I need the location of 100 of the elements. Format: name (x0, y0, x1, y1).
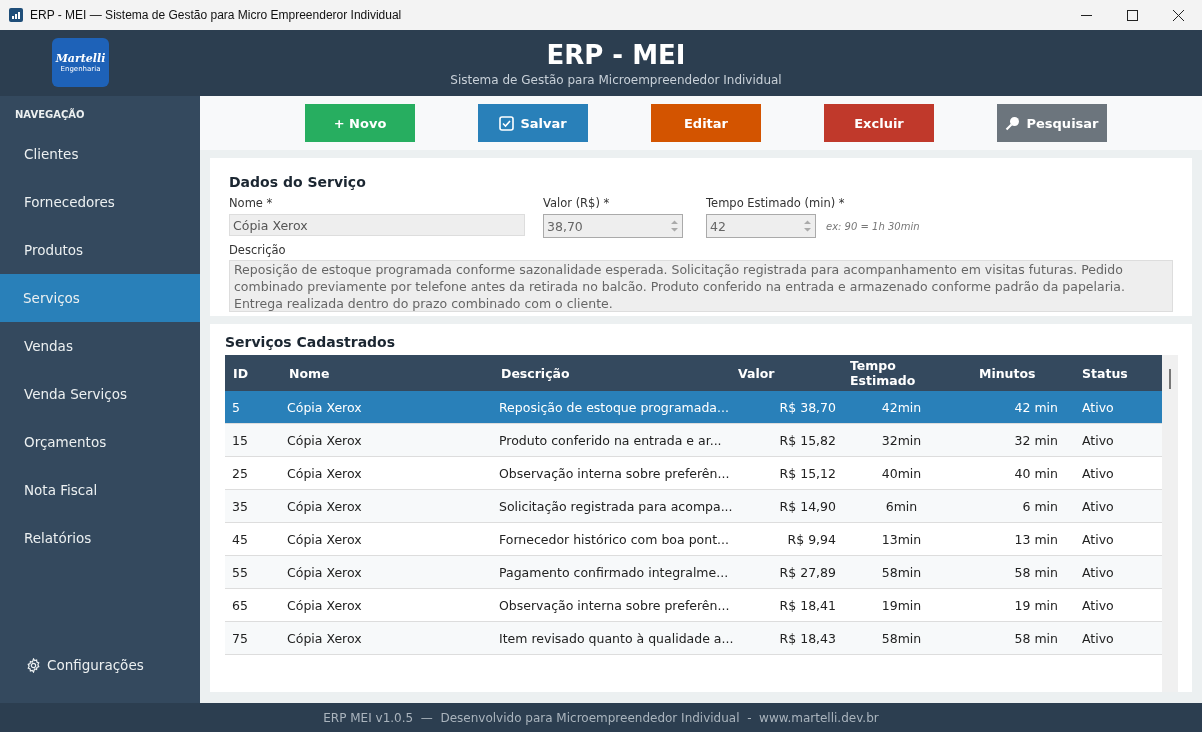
section-title: Dados do Serviço (229, 174, 367, 190)
name-field[interactable]: Cópia Xerox (229, 214, 525, 236)
table-cell-text: Pagamento confirmado integralme... (498, 564, 730, 580)
table-cell-text: 42 min (1013, 399, 1059, 415)
table-cell-text: 75 (231, 630, 249, 646)
table-cell-text: Cópia Xerox (286, 399, 363, 415)
table-cell-text: 45 (231, 531, 249, 547)
table-cell-text: Cópia Xerox (286, 630, 363, 646)
window-title: ERP - MEI — Sistema de Gestão para Micro Empreenderor Individual (30, 8, 403, 22)
column-header[interactable]: Nome (281, 365, 493, 381)
table-cell-text: 42min (880, 399, 923, 415)
column-header[interactable]: Descrição (493, 365, 734, 381)
table-cell-text: 35 (231, 498, 249, 514)
table-cell-text: Ativo (1081, 465, 1115, 481)
time-field[interactable]: 42 (706, 214, 816, 238)
column-header[interactable]: ID (225, 365, 281, 381)
table-cell-text: 6 min (1021, 498, 1059, 514)
table-cell-text: 19 min (1013, 597, 1059, 613)
table-cell-text: 32min (880, 432, 923, 448)
checkbox-icon (499, 115, 515, 131)
table-cell-text: Observação interna sobre preferên... (498, 597, 731, 613)
table-cell-text: 58min (880, 564, 923, 580)
table-cell-text: Ativo (1081, 531, 1115, 547)
field-label: Valor (R$) * (543, 196, 611, 210)
sidebar-item[interactable]: Serviços (0, 274, 200, 322)
table-cell-text: Produto conferido na entrada e ar... (498, 432, 723, 448)
column-header[interactable]: Minutos (959, 365, 1074, 381)
sidebar-item[interactable]: Produtos (0, 226, 200, 274)
delete-button[interactable]: Excluir (824, 104, 934, 142)
table-cell-text: Reposição de estoque programada... (498, 399, 730, 415)
table-row[interactable]: 5 Cópia Xerox Reposição de estoque programada... R$ 38,70 42min 42 min Ativo (225, 391, 1162, 424)
table-cell-text: Cópia Xerox (286, 564, 363, 580)
column-header[interactable]: Status (1074, 365, 1159, 381)
table-row[interactable]: 55 Cópia Xerox Pagamento confirmado integralme... R$ 27,89 58min 58 min Ativo (225, 556, 1162, 589)
table-cell-text: 13min (880, 531, 923, 547)
table-cell-text: R$ 15,82 (778, 432, 837, 448)
column-header[interactable]: Valor (734, 365, 844, 381)
sidebar-item[interactable]: Nota Fiscal (0, 466, 200, 514)
table-cell-text: Solicitação registrada para acompa... (498, 498, 734, 514)
table-row[interactable]: 15 Cópia Xerox Produto conferido na entrada e ar... R$ 15,82 32min 32 min Ativo (225, 424, 1162, 457)
table-cell-text: R$ 38,70 (778, 399, 837, 415)
app-icon (9, 8, 23, 22)
sidebar-item[interactable]: Venda Serviços (0, 370, 200, 418)
table-cell-text: 40min (880, 465, 923, 481)
section-title: Serviços Cadastrados (225, 334, 397, 350)
table-cell-text: Ativo (1081, 564, 1115, 580)
table-cell-text: 15 (231, 432, 249, 448)
table-cell-text: Fornecedor histórico com boa pont... (498, 531, 730, 547)
table-cell-text: Ativo (1081, 630, 1115, 646)
column-header[interactable]: Tempo Estimado (844, 358, 959, 388)
sidebar-item[interactable]: Vendas (0, 322, 200, 370)
field-label: Tempo Estimado (min) * (706, 196, 846, 210)
table-cell-text: R$ 14,90 (778, 498, 837, 514)
search-icon (1005, 115, 1021, 131)
sidebar-item[interactable]: Relatórios (0, 514, 200, 562)
sidebar-item[interactable]: Fornecedores (0, 178, 200, 226)
table-cell-text: 40 min (1013, 465, 1059, 481)
table-cell-text: 65 (231, 597, 249, 613)
field-hint: ex: 90 = 1h 30min (826, 220, 920, 232)
table-cell-text: R$ 9,94 (786, 531, 837, 547)
sidebar-item[interactable]: Orçamentos (0, 418, 200, 466)
table-cell-text: Observação interna sobre preferên... (498, 465, 731, 481)
search-button[interactable]: Pesquisar (997, 104, 1107, 142)
table-row[interactable]: 75 Cópia Xerox Item revisado quanto à qualidade a... R$ 18,43 58min 58 min Ativo (225, 622, 1162, 655)
table-cell-text: Cópia Xerox (286, 531, 363, 547)
table-cell-text: 5 (231, 399, 241, 415)
table-cell-text: Cópia Xerox (286, 597, 363, 613)
table-cell-text: Item revisado quanto à qualidade a... (498, 630, 734, 646)
table-cell-text: Ativo (1081, 399, 1115, 415)
sidebar-item[interactable]: Clientes (0, 130, 200, 178)
table-cell-text: Ativo (1081, 597, 1115, 613)
app-subtitle: Sistema de Gestão para Microempreendedor Individual (450, 73, 782, 87)
table-cell-text: 58 min (1013, 630, 1059, 646)
table-cell-text: R$ 15,12 (778, 465, 837, 481)
app-title: ERP - MEI (546, 39, 686, 71)
table-cell-text: 13 min (1013, 531, 1059, 547)
table-cell-text: Ativo (1081, 432, 1115, 448)
nav-heading: NAVEGAÇÃO (14, 107, 86, 122)
save-button[interactable]: Salvar (478, 104, 588, 142)
table-row[interactable]: 35 Cópia Xerox Solicitação registrada para acompa... R$ 14,90 6min 6 min Ativo (225, 490, 1162, 523)
table-cell-text: Ativo (1081, 498, 1115, 514)
table-cell-text: 32 min (1013, 432, 1059, 448)
field-label: Descrição (229, 243, 287, 257)
table-cell-text: 58min (880, 630, 923, 646)
maximize-icon[interactable] (1127, 9, 1138, 21)
table-cell-text: 19min (880, 597, 923, 613)
price-field[interactable]: 38,70 (543, 214, 683, 238)
table-cell-text: R$ 27,89 (778, 564, 837, 580)
field-label: Nome * (229, 196, 274, 210)
table-cell-text: 6min (884, 498, 919, 514)
edit-button[interactable]: Editar (651, 104, 761, 142)
table-cell-text: Cópia Xerox (286, 465, 363, 481)
description-field[interactable]: Reposição de estoque programada conforme sazonalidade esperada. Solicitação registrada para acompanhamento em visitas futuras. Pedido combinado previamente por telefone antes da retirada no balcão. Produto conferido na entrada e armazenado conforme padrão da papelaria. Entrega realizada dentro do prazo combinado com o cliente. (229, 260, 1173, 312)
table-cell-text: 58 min (1013, 564, 1059, 580)
settings-link[interactable]: Configurações (47, 657, 144, 673)
table-cell-text: R$ 18,41 (778, 597, 837, 613)
close-icon[interactable] (1173, 9, 1184, 21)
scrollbar[interactable] (1162, 355, 1178, 692)
table-cell-text: 25 (231, 465, 249, 481)
table-cell-text: Cópia Xerox (286, 498, 363, 514)
